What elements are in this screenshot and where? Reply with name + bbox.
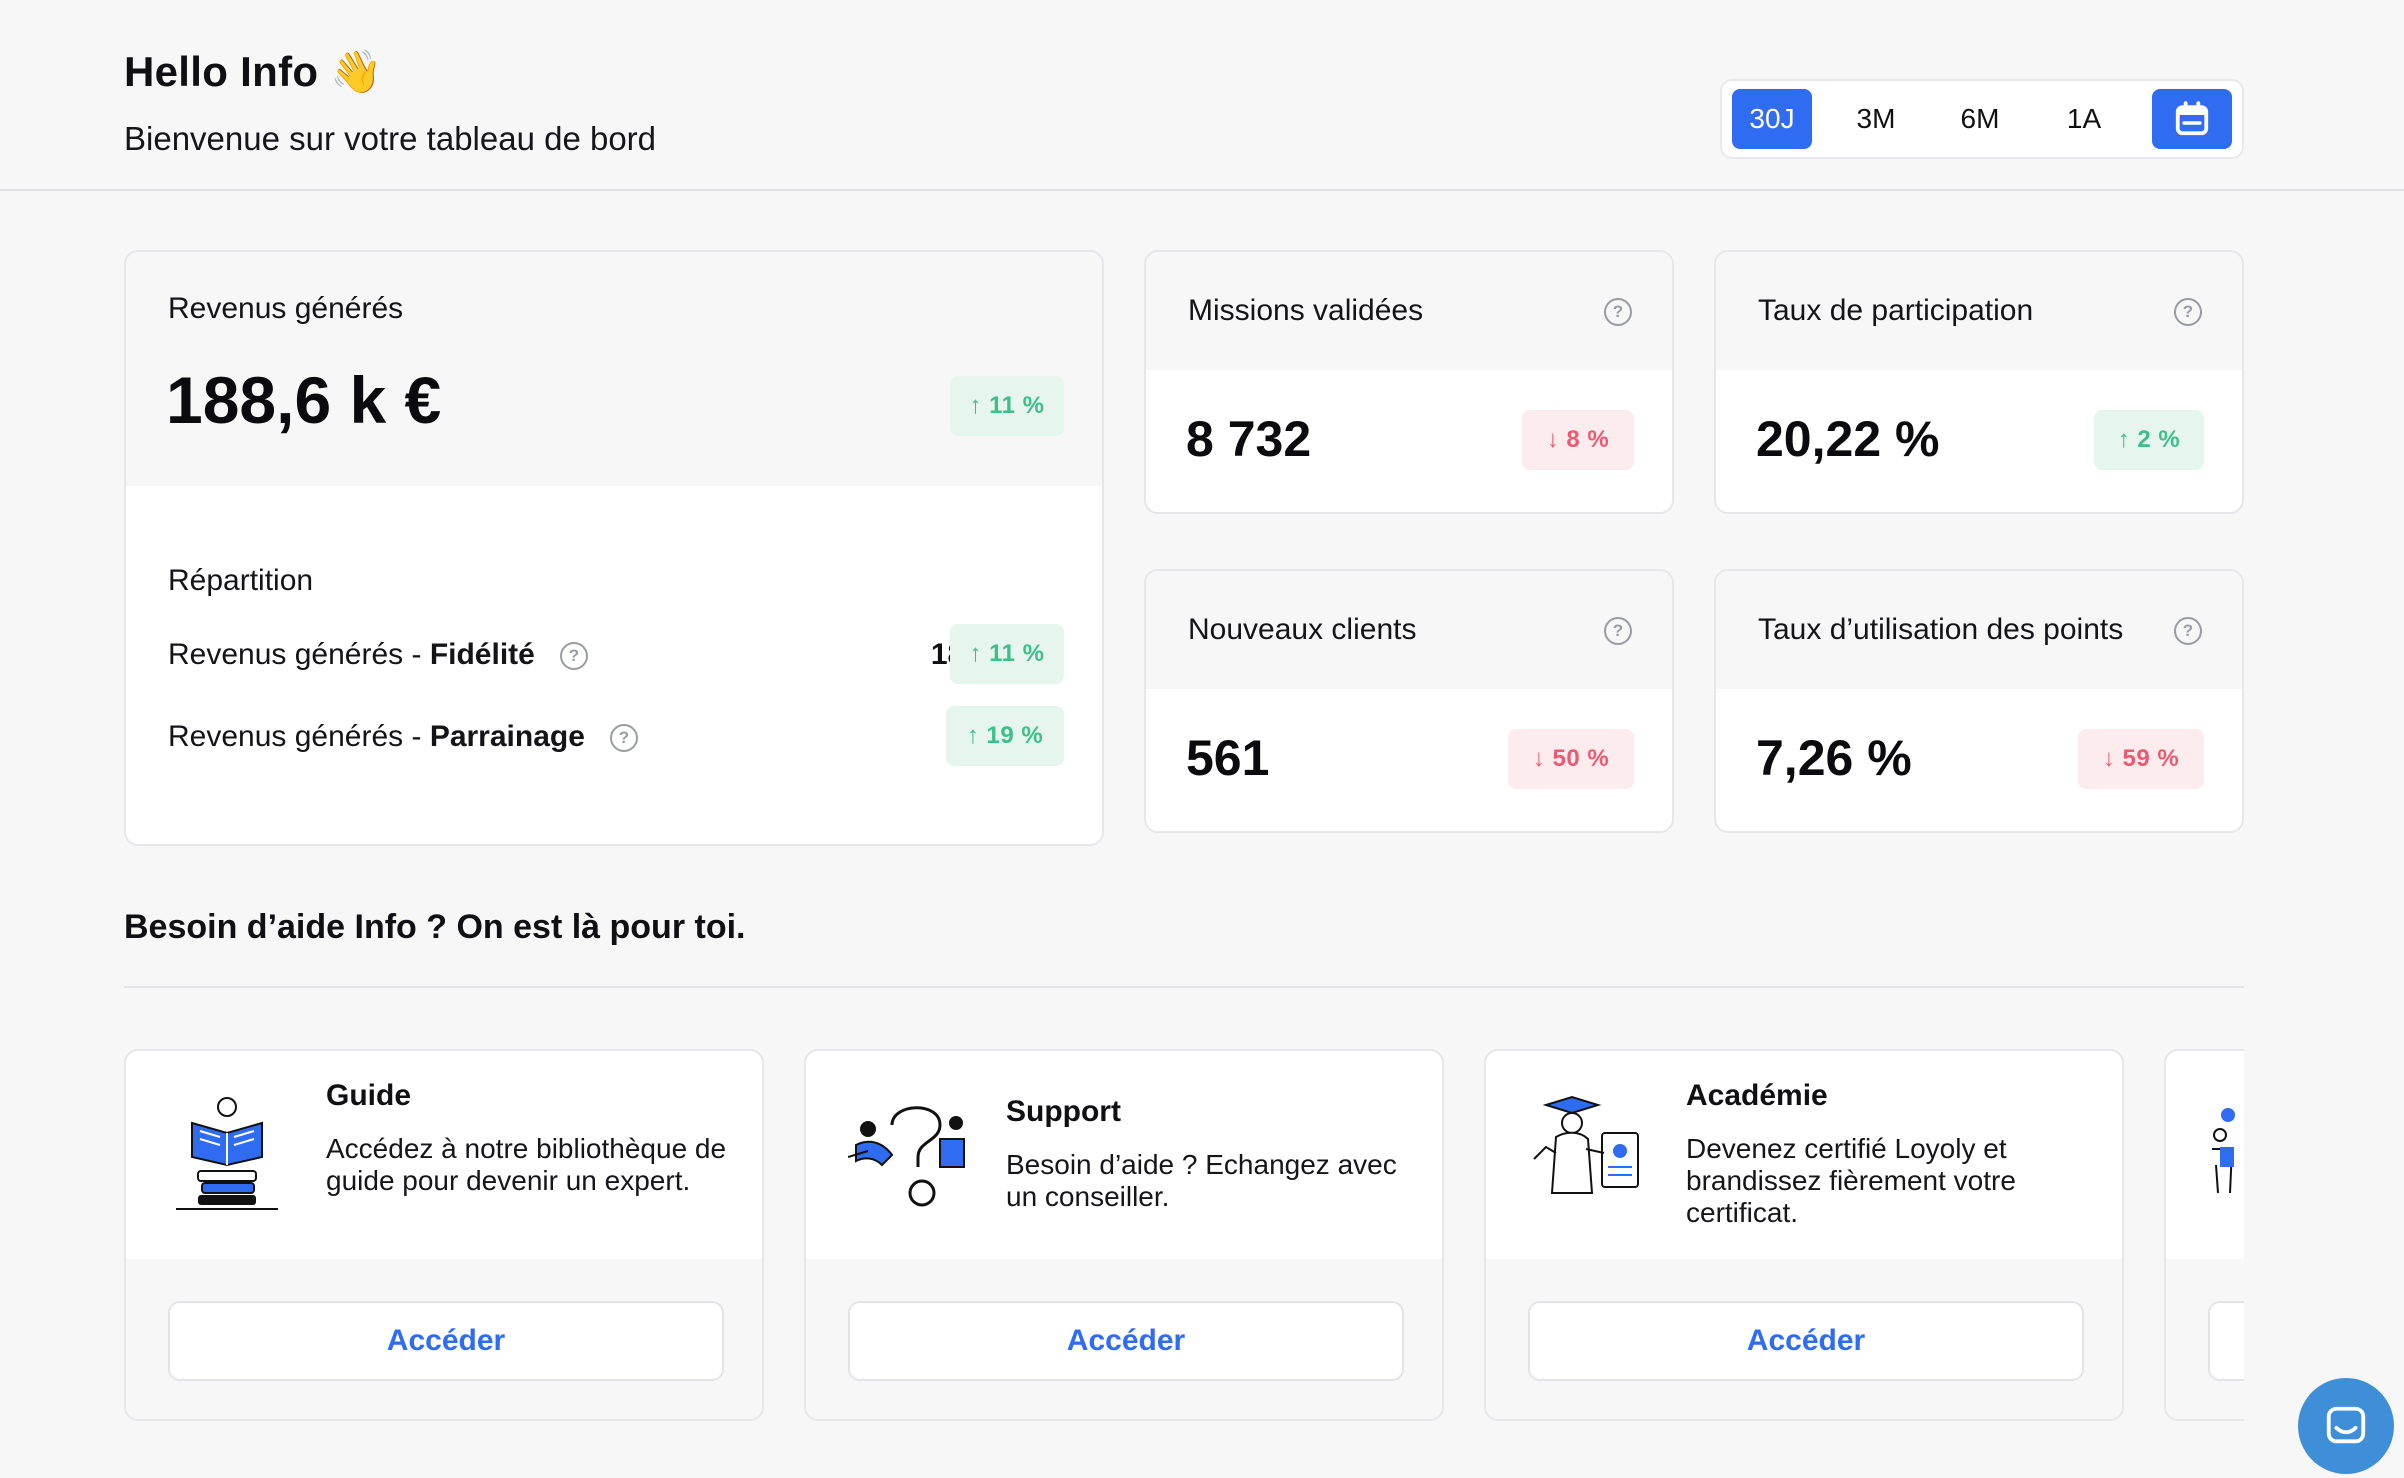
help-section-title: Besoin d’aide Info ? On est là pour toi.: [124, 908, 746, 946]
breakdown-row-fidelite-trend: ↑ 11 %: [950, 624, 1064, 684]
person-illustration-icon: [2212, 1108, 2235, 1194]
revenue-value: 188,6 k €: [166, 363, 442, 437]
kpi-title: Taux de participation: [1758, 294, 2034, 327]
breakdown-row-parrainage-trend: ↑ 19 %: [946, 706, 1064, 766]
kpi-value: 20,22 %: [1756, 411, 1940, 467]
academy-access-button[interactable]: Accéder: [1528, 1301, 2084, 1381]
greeting-title: Hello Info 👋: [124, 48, 383, 95]
help-icon[interactable]: ?: [2174, 298, 2202, 326]
kpi-trend-badge: ↓ 50 %: [1508, 729, 1634, 789]
help-card-academie: Académie Devenez certifié Loyoly et bran…: [1484, 1049, 2124, 1421]
breakdown-row-parrainage-label: Revenus générés - Parrainage: [168, 720, 585, 753]
guide-access-button[interactable]: Accéder: [168, 1301, 724, 1381]
kpi-card-missions: Missions validées ? 8 732 ↓ 8 %: [1144, 250, 1674, 514]
help-card-title: Académie: [1686, 1079, 1828, 1112]
kpi-card-new-clients: Nouveaux clients ? 561 ↓ 50 %: [1144, 569, 1674, 833]
chat-support-button[interactable]: [2298, 1378, 2394, 1474]
guide-illustration-icon: [176, 1097, 278, 1210]
help-icon[interactable]: ?: [1604, 617, 1632, 645]
section-divider: [124, 986, 2244, 988]
calendar-icon: [2175, 101, 2209, 136]
kpi-trend-badge: ↓ 8 %: [1522, 410, 1634, 470]
kpi-title: Missions validées: [1188, 294, 1424, 327]
academy-illustration-icon: [1533, 1095, 1639, 1194]
period-selector: 30J 3M 6M 1A: [1720, 79, 2244, 159]
help-icon[interactable]: ?: [560, 642, 588, 670]
calendar-button[interactable]: [2152, 89, 2232, 149]
help-card-partial: [2164, 1049, 2244, 1421]
help-card-description: Accédez à notre bibliothèque de guide po…: [326, 1133, 727, 1196]
support-illustration-icon: [848, 1106, 965, 1207]
period-30j-button[interactable]: 30J: [1732, 89, 1812, 149]
help-card-guide: Guide Accédez à notre bibliothèque de gu…: [124, 1049, 764, 1421]
kpi-title: Nouveaux clients: [1188, 613, 1417, 646]
kpi-value: 561: [1186, 730, 1270, 786]
kpi-card-points-usage: Taux d’utilisation des points ? 7,26 % ↓…: [1714, 569, 2244, 833]
help-card-description: Besoin d’aide ? Echangez avec un conseil…: [1006, 1149, 1397, 1212]
support-access-button[interactable]: Accéder: [848, 1301, 1404, 1381]
revenue-title: Revenus générés: [168, 292, 404, 325]
kpi-card-participation: Taux de participation ? 20,22 % ↑ 2 %: [1714, 250, 2244, 514]
help-icon[interactable]: ?: [1604, 298, 1632, 326]
welcome-subtitle: Bienvenue sur votre tableau de bord: [124, 120, 657, 157]
kpi-trend-badge: ↑ 2 %: [2094, 410, 2204, 470]
kpi-value: 7,26 %: [1756, 730, 1912, 786]
kpi-title: Taux d’utilisation des points: [1758, 613, 2124, 646]
breakdown-title: Répartition: [168, 564, 314, 597]
revenue-card: Revenus générés 188,6 k € ↑ 11 % Réparti…: [124, 250, 1104, 846]
page-header: Hello Info 👋 Bienvenue sur votre tableau…: [0, 0, 2404, 191]
revenue-trend-badge: ↑ 11 %: [950, 376, 1064, 436]
period-6m-button[interactable]: 6M: [1940, 89, 2020, 149]
help-icon[interactable]: ?: [610, 724, 638, 752]
kpi-value: 8 732: [1186, 411, 1312, 467]
help-card-title: Support: [1006, 1095, 1121, 1128]
kpi-trend-badge: ↓ 59 %: [2078, 729, 2204, 789]
help-icon[interactable]: ?: [2174, 617, 2202, 645]
period-3m-button[interactable]: 3M: [1836, 89, 1916, 149]
help-card-support: Support Besoin d’aide ? Echangez avec un…: [804, 1049, 1444, 1421]
chat-icon: [2326, 1406, 2366, 1444]
help-card-title: Guide: [326, 1079, 412, 1112]
breakdown-row-fidelite-label: Revenus générés - Fidélité: [168, 638, 535, 671]
period-1a-button[interactable]: 1A: [2044, 89, 2124, 149]
help-card-description: Devenez certifié Loyoly et brandissez fi…: [1686, 1133, 2016, 1228]
